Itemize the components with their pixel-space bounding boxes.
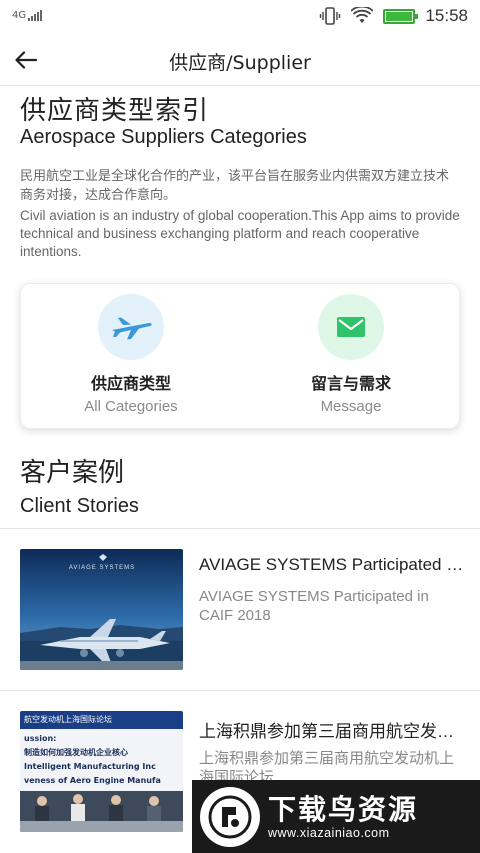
thumb-banner-text: 航空发动机上海国际论坛 bbox=[24, 714, 112, 724]
thumb-line-2: 制造如何加强发动机企业核心 bbox=[24, 747, 128, 757]
all-categories-label-en: All Categories bbox=[84, 398, 178, 415]
story-thumbnail: AVIAGE SYSTEMS bbox=[20, 549, 183, 670]
watermark-name: 下载鸟资源 bbox=[268, 792, 419, 826]
thumb-line-4: veness of Aero Engine Manufa bbox=[24, 776, 161, 785]
stories-title-cn: 客户案例 bbox=[20, 458, 125, 488]
network-indicator: 4G bbox=[12, 10, 43, 21]
watermark-logo-icon bbox=[200, 786, 260, 847]
watermark-banner: 下载鸟资源 www.xiazainiao.com bbox=[192, 780, 480, 853]
section-title-cn: 供应商类型索引 bbox=[20, 96, 210, 126]
intro-description-cn: 民用航空工业是全球化合作的产业，该平台旨在服务业内供需双方建立技术商务对接，达成… bbox=[20, 169, 450, 203]
story-item[interactable]: AVIAGE SYSTEMS AVIAGE SYSTEMS Participat… bbox=[0, 549, 480, 699]
story-title: 上海积鼎参加第三届商用航空发动机上海国际论坛 bbox=[199, 722, 464, 741]
message-label-cn: 留言与需求 bbox=[310, 374, 391, 393]
quick-actions-card: 供应商类型 All Categories 留言与需求 Message bbox=[20, 283, 460, 429]
signal-icon bbox=[28, 10, 43, 21]
divider bbox=[0, 690, 480, 691]
message-label-en: Message bbox=[320, 398, 382, 415]
message-button[interactable]: 留言与需求 Message bbox=[241, 294, 461, 424]
network-type: 4G bbox=[12, 10, 27, 21]
status-bar: 4G 15:58 bbox=[0, 0, 480, 34]
vibrate-icon bbox=[320, 7, 341, 25]
stories-title-en: Client Stories bbox=[20, 495, 139, 517]
app-header: 供应商/Supplier bbox=[0, 34, 480, 86]
page-title: 供应商/Supplier bbox=[169, 52, 311, 74]
watermark-url: www.xiazainiao.com bbox=[268, 825, 390, 840]
all-categories-button[interactable]: 供应商类型 All Categories bbox=[21, 294, 241, 424]
wifi-icon bbox=[351, 7, 374, 23]
story-thumbnail: 航空发动机上海国际论坛 ussion: 制造如何加强发动机企业核心 Intell… bbox=[20, 711, 183, 832]
all-categories-label-cn: 供应商类型 bbox=[90, 374, 171, 393]
clock: 15:58 bbox=[425, 6, 468, 25]
intro-description-en: Civil aviation is an industry of global … bbox=[20, 208, 460, 259]
battery-icon bbox=[383, 8, 419, 24]
thumb-line-1: ussion: bbox=[24, 734, 56, 743]
thumb-brand-text: AVIAGE SYSTEMS bbox=[69, 565, 135, 571]
airplane-icon bbox=[112, 317, 152, 340]
categories-icon-circle bbox=[98, 294, 164, 360]
mail-icon bbox=[337, 317, 365, 337]
section-title-en: Aerospace Suppliers Categories bbox=[20, 126, 307, 148]
thumb-line-3: Intelligent Manufacturing Inc bbox=[24, 762, 156, 771]
divider bbox=[0, 528, 480, 529]
story-description: AVIAGE SYSTEMS Participated in CAIF 2018 bbox=[199, 588, 429, 624]
message-icon-circle bbox=[318, 294, 384, 360]
story-title: AVIAGE SYSTEMS Participated in CAIF 2018 bbox=[199, 555, 464, 574]
